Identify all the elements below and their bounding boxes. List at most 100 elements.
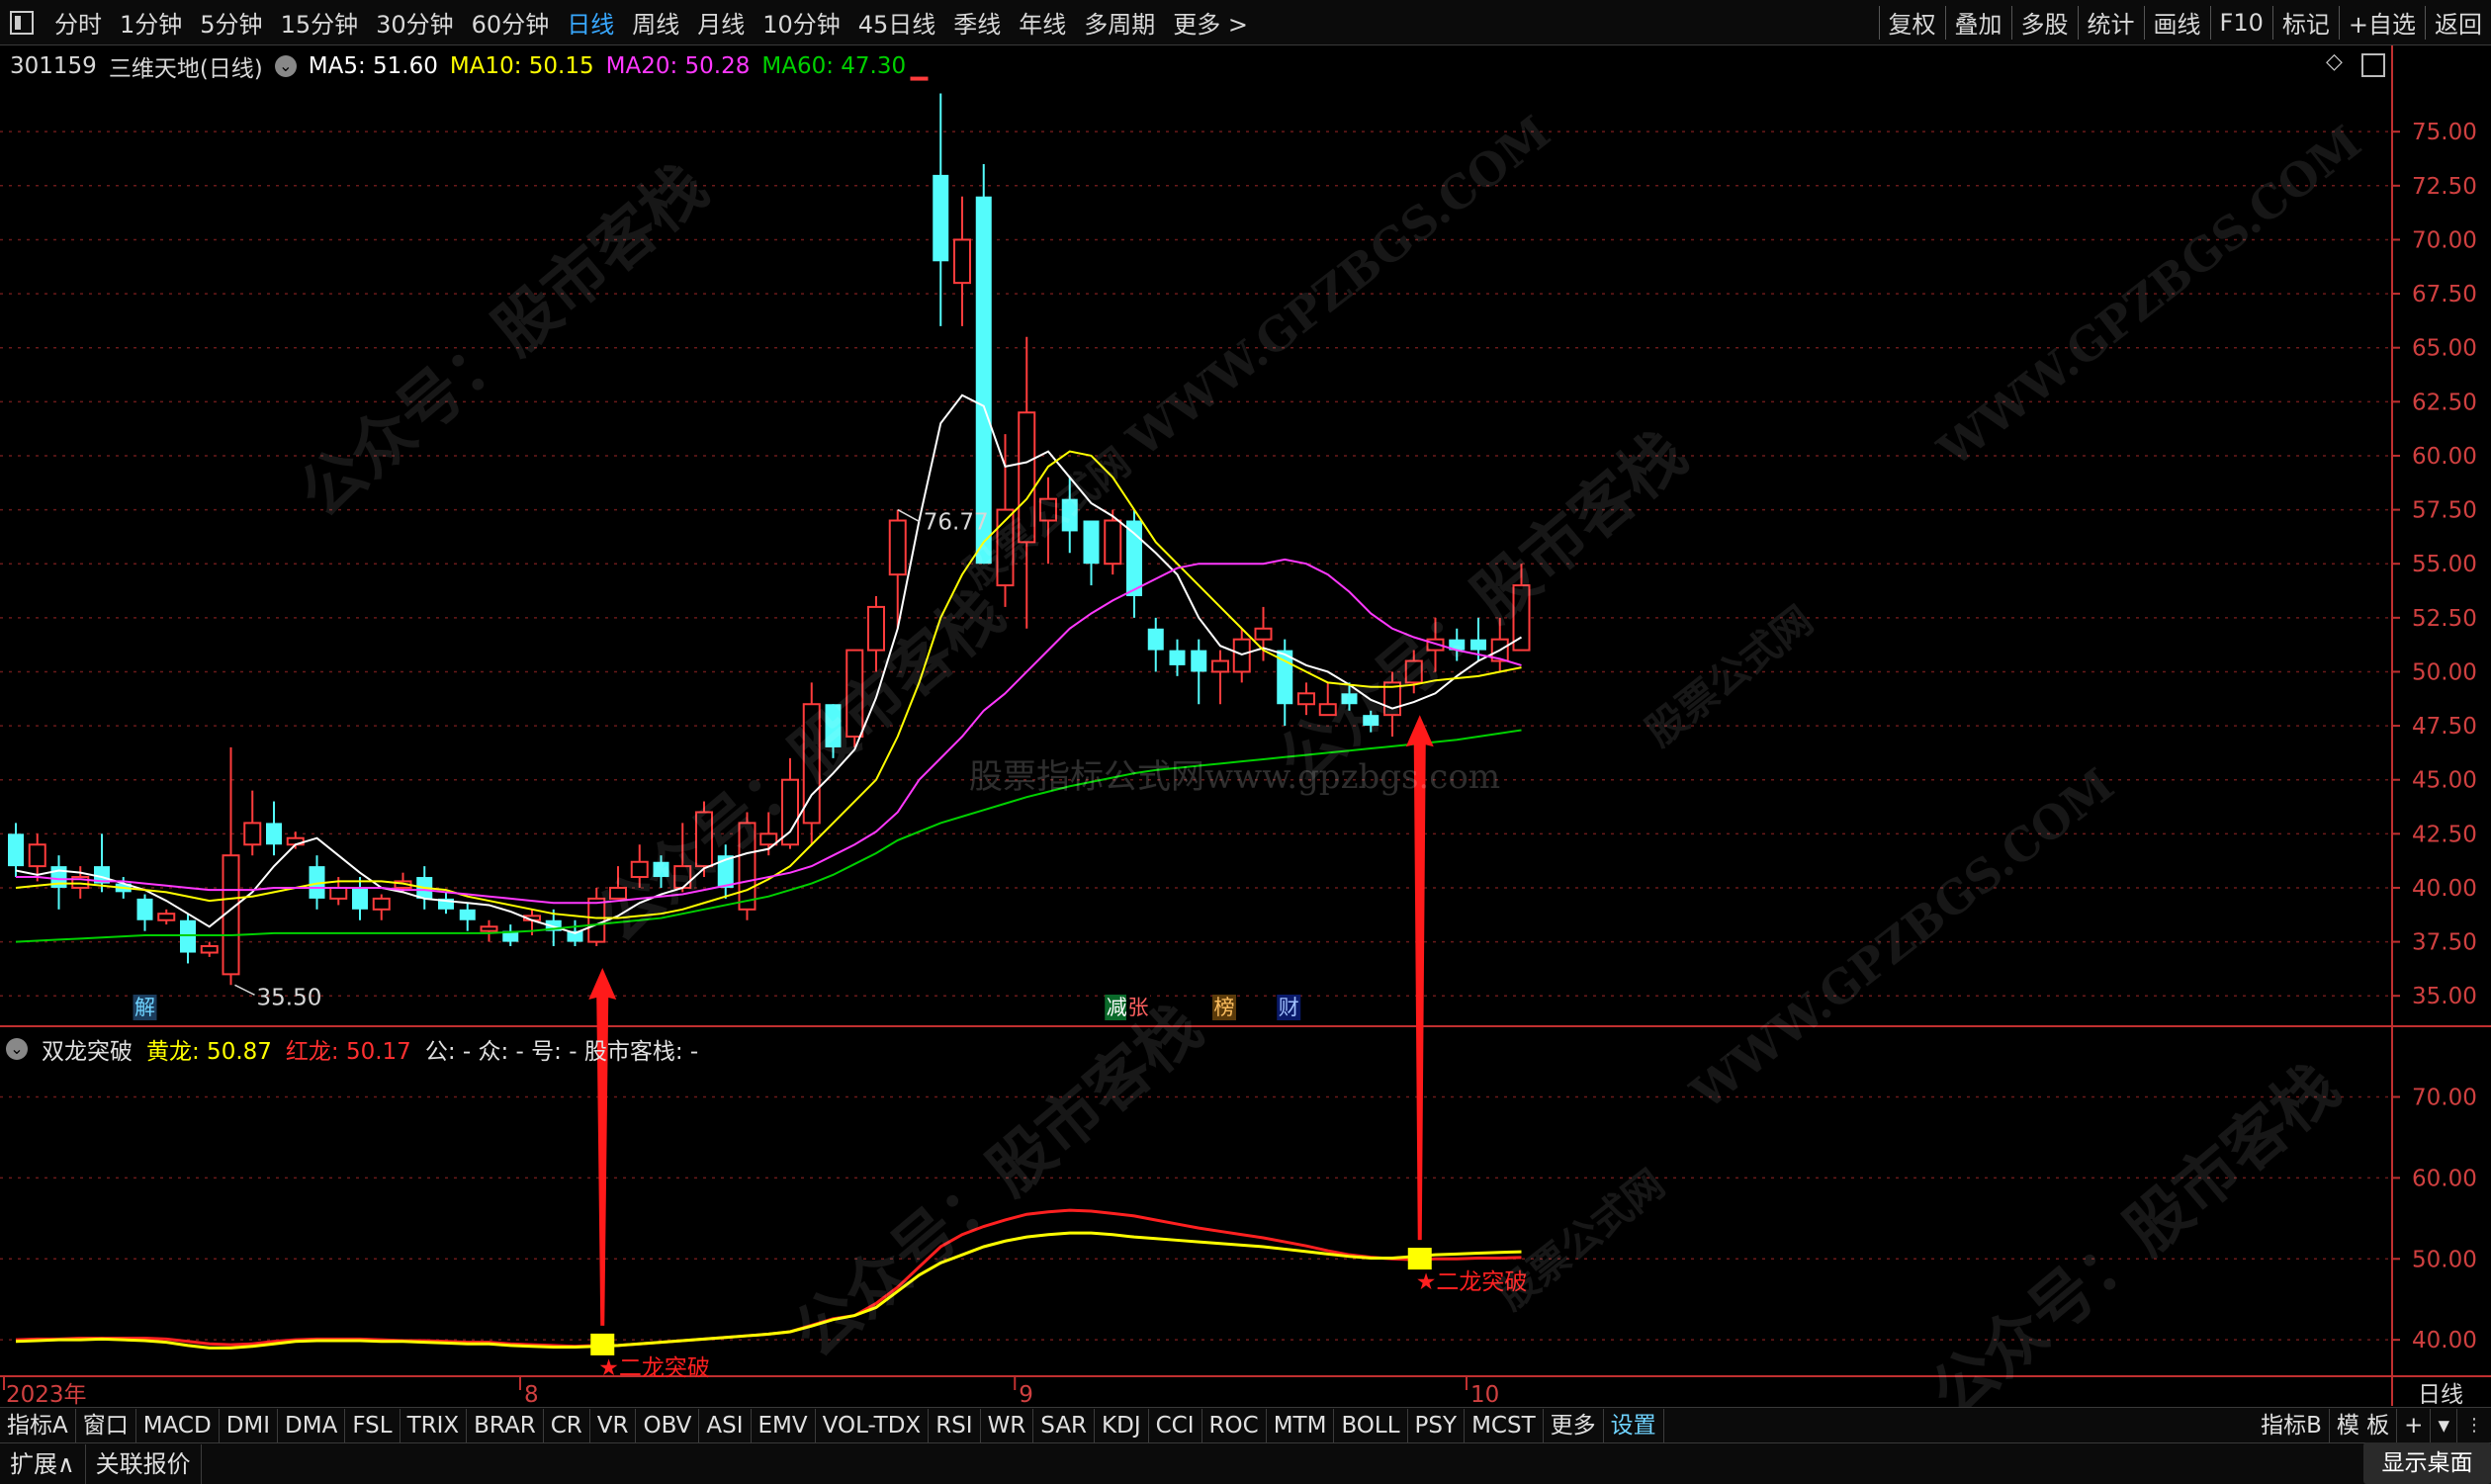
candle[interactable] — [157, 909, 176, 925]
candle[interactable] — [1404, 650, 1423, 694]
candle[interactable] — [609, 866, 627, 900]
related-quote-button[interactable]: 关联报价 — [86, 1443, 202, 1484]
candle[interactable] — [1318, 682, 1337, 717]
period-tab[interactable]: 5分钟 — [191, 5, 271, 40]
candle[interactable] — [1363, 710, 1379, 733]
period-tab[interactable]: 更多 > — [1164, 5, 1257, 40]
indicator-tab[interactable]: VOL-TDX — [816, 1408, 930, 1442]
candle[interactable] — [8, 823, 24, 878]
candle[interactable] — [438, 892, 454, 915]
period-tab[interactable]: 15分钟 — [272, 5, 368, 40]
candle[interactable] — [1383, 671, 1401, 738]
candle[interactable] — [1232, 628, 1251, 683]
indicator-tab[interactable]: ROC — [1202, 1408, 1267, 1442]
signal-marker[interactable] — [590, 1333, 615, 1355]
candle[interactable] — [1449, 628, 1466, 661]
toolbar-button[interactable]: +自选 — [2340, 5, 2425, 40]
candle[interactable] — [1211, 650, 1229, 705]
candle[interactable] — [1341, 682, 1358, 711]
toolbar-button[interactable]: 标记 — [2273, 5, 2339, 40]
candle[interactable] — [630, 844, 649, 888]
indicator-tab[interactable]: 模 板 — [2330, 1408, 2398, 1442]
panel-toggle-icon[interactable] — [2361, 53, 2385, 77]
candle[interactable] — [1191, 639, 1207, 705]
candle[interactable] — [71, 866, 90, 899]
toolbar-button[interactable]: 返回 — [2426, 5, 2491, 40]
candle[interactable] — [1147, 617, 1164, 672]
toolbar-button[interactable]: F10 — [2211, 9, 2272, 37]
candle[interactable] — [953, 196, 971, 326]
period-tab[interactable]: 分时 — [45, 5, 111, 40]
period-tab[interactable]: 年线 — [1010, 5, 1075, 40]
ma-settings-icon[interactable]: ⌄ — [274, 55, 297, 77]
candle[interactable] — [480, 919, 498, 942]
candle[interactable] — [94, 833, 110, 893]
candle[interactable] — [222, 746, 240, 986]
period-tab[interactable]: 周线 — [623, 5, 688, 40]
indicator-tab[interactable]: PSY — [1408, 1408, 1466, 1442]
period-tab[interactable]: 月线 — [688, 5, 754, 40]
candle[interactable] — [459, 903, 476, 931]
indicator-tab[interactable]: DMI — [220, 1408, 279, 1442]
candle[interactable] — [738, 812, 756, 920]
indicator-tab[interactable]: 设置 — [1604, 1408, 1664, 1442]
indicator-settings-icon[interactable]: ⌄ — [6, 1038, 28, 1060]
toolbar-button[interactable]: 统计 — [2079, 5, 2144, 40]
indicator-tab[interactable]: 指标A — [0, 1408, 76, 1442]
indicator-tab[interactable]: 更多 — [1544, 1408, 1604, 1442]
indicator-tab[interactable]: CCI — [1149, 1408, 1202, 1442]
add-tab-button[interactable]: + — [2397, 1408, 2432, 1442]
candle[interactable] — [1490, 617, 1509, 672]
candle[interactable] — [50, 855, 67, 910]
toolbar-button[interactable]: 复权 — [1880, 5, 1945, 40]
indicator-tab[interactable]: KDJ — [1095, 1408, 1149, 1442]
resize-handle-icon[interactable]: ⋮ — [2457, 1415, 2491, 1436]
period-tab[interactable]: 30分钟 — [367, 5, 463, 40]
candle[interactable] — [910, 76, 929, 81]
candle[interactable] — [653, 855, 669, 888]
candle[interactable] — [802, 682, 821, 845]
indicator-tab[interactable]: EMV — [752, 1408, 816, 1442]
candle[interactable] — [975, 163, 992, 565]
indicator-tab[interactable]: BRAR — [467, 1408, 544, 1442]
candle[interactable] — [1039, 477, 1057, 565]
indicator-tab[interactable]: ASI — [699, 1408, 752, 1442]
candle[interactable] — [286, 831, 305, 849]
candle[interactable] — [717, 844, 734, 899]
indicator-tab[interactable]: BOLL — [1334, 1408, 1408, 1442]
candle[interactable] — [352, 877, 368, 920]
indicator-tab[interactable]: OBV — [636, 1408, 700, 1442]
candle[interactable] — [867, 595, 885, 672]
indicator-tab[interactable]: WR — [981, 1408, 1034, 1442]
indicator-tab[interactable]: DMA — [278, 1408, 346, 1442]
period-tab[interactable]: 45日线 — [849, 5, 945, 40]
candle[interactable] — [1169, 639, 1186, 676]
period-tab[interactable]: 季线 — [944, 5, 1010, 40]
candle[interactable] — [243, 790, 262, 856]
signal-marker[interactable] — [1407, 1248, 1432, 1270]
toolbar-button[interactable]: 画线 — [2145, 5, 2210, 40]
candle[interactable] — [1126, 509, 1142, 618]
indicator-tab[interactable]: MCST — [1465, 1408, 1544, 1442]
indicator-tab[interactable]: SAR — [1033, 1408, 1096, 1442]
period-tab[interactable]: 日线 — [558, 5, 623, 40]
indicator-tab[interactable]: MACD — [136, 1408, 220, 1442]
candle[interactable] — [1061, 477, 1078, 554]
candle[interactable] — [933, 93, 949, 326]
candle[interactable] — [372, 894, 391, 920]
candle[interactable] — [180, 914, 196, 964]
kline-chart-area[interactable]: 35.00 37.50 40.00 42.50 45.00 47.50 50.00 52.50… — [0, 45, 2491, 1407]
indicator-tab[interactable]: CR — [544, 1408, 590, 1442]
candle[interactable] — [825, 704, 842, 758]
candle[interactable] — [502, 924, 519, 946]
indicator-tab[interactable]: MTM — [1267, 1408, 1335, 1442]
period-tab[interactable]: 10分钟 — [754, 5, 849, 40]
indicator-tab[interactable]: 指标B — [2254, 1408, 2330, 1442]
candle[interactable] — [266, 801, 282, 856]
period-tab[interactable]: 60分钟 — [463, 5, 559, 40]
indicator-tab[interactable]: FSL — [345, 1408, 400, 1442]
candle[interactable] — [1297, 682, 1315, 716]
toolbar-button[interactable]: 多股 — [2012, 5, 2078, 40]
toolbar-button[interactable]: 叠加 — [1946, 5, 2011, 40]
candle[interactable] — [200, 941, 219, 957]
